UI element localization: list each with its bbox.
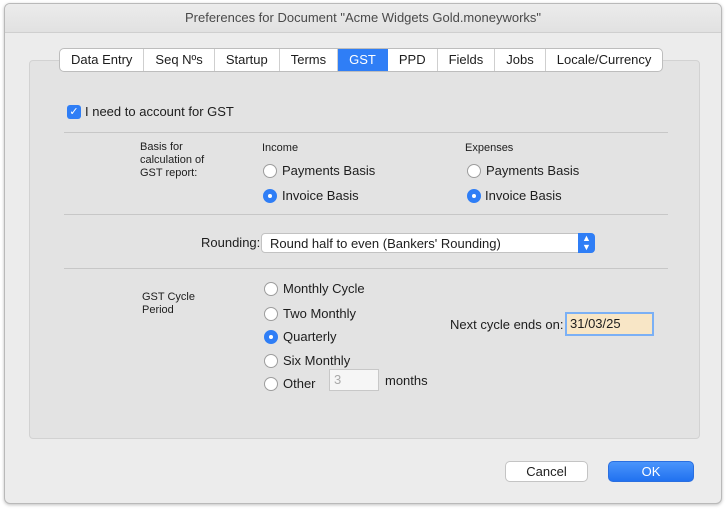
monthly-cycle-radio[interactable]	[264, 282, 278, 296]
expenses-invoice-label: Invoice Basis	[485, 188, 562, 203]
cancel-button[interactable]: Cancel	[505, 461, 588, 482]
monthly-cycle-label: Monthly Cycle	[283, 281, 365, 296]
tab-jobs[interactable]: Jobs	[495, 49, 546, 71]
quarterly-radio[interactable]	[264, 330, 278, 344]
tab-ppd[interactable]: PPD	[388, 49, 438, 71]
tab-fields[interactable]: Fields	[438, 49, 496, 71]
rounding-select[interactable]: Round half to even (Bankers' Rounding) ▲…	[261, 233, 595, 253]
income-payments-label: Payments Basis	[282, 163, 376, 178]
tab-locale-currency[interactable]: Locale/Currency	[546, 49, 663, 71]
two-monthly-radio[interactable]	[264, 307, 278, 321]
window-title: Preferences for Document "Acme Widgets G…	[5, 4, 721, 33]
expenses-payments-label: Payments Basis	[486, 163, 580, 178]
rounding-label: Rounding:	[201, 235, 261, 250]
chevron-updown-icon: ▲ ▼	[578, 233, 595, 253]
tab-data-entry[interactable]: Data Entry	[60, 49, 145, 71]
next-cycle-date-input[interactable]: 31/03/25	[565, 312, 654, 336]
income-header: Income	[262, 142, 299, 154]
months-label: months	[385, 373, 428, 388]
quarterly-label: Quarterly	[283, 329, 337, 344]
income-invoice-radio[interactable]	[263, 189, 277, 203]
tab-gst[interactable]: GST	[338, 49, 388, 71]
tab-terms[interactable]: Terms	[280, 49, 339, 71]
other-label: Other	[283, 376, 316, 391]
separator	[64, 268, 668, 269]
tab-startup[interactable]: Startup	[215, 49, 280, 71]
six-monthly-radio[interactable]	[264, 354, 278, 368]
next-cycle-label: Next cycle ends on:	[450, 317, 564, 332]
ok-button[interactable]: OK	[608, 461, 694, 482]
expenses-payments-radio[interactable]	[467, 164, 481, 178]
separator	[64, 132, 668, 133]
tab-bar: Data Entry Seq Nºs Startup Terms GST PPD…	[59, 48, 664, 72]
gst-account-checkbox[interactable]: ✓	[67, 105, 81, 119]
six-monthly-label: Six Monthly	[283, 353, 351, 368]
preferences-window: Preferences for Document "Acme Widgets G…	[4, 3, 722, 504]
separator	[64, 214, 668, 215]
two-monthly-label: Two Monthly	[283, 306, 356, 321]
basis-label: Basis for calculation of GST report:	[140, 141, 205, 179]
other-radio[interactable]	[264, 377, 278, 391]
expenses-header: Expenses	[465, 142, 514, 154]
income-invoice-label: Invoice Basis	[282, 188, 359, 203]
income-payments-radio[interactable]	[263, 164, 277, 178]
tab-seq-nos[interactable]: Seq Nºs	[144, 49, 215, 71]
other-months-input[interactable]: 3	[329, 369, 379, 391]
gst-account-label: I need to account for GST	[85, 104, 234, 119]
expenses-invoice-radio[interactable]	[467, 189, 481, 203]
rounding-value: Round half to even (Bankers' Rounding)	[270, 236, 501, 251]
cycle-label: GST Cycle Period	[142, 291, 195, 316]
